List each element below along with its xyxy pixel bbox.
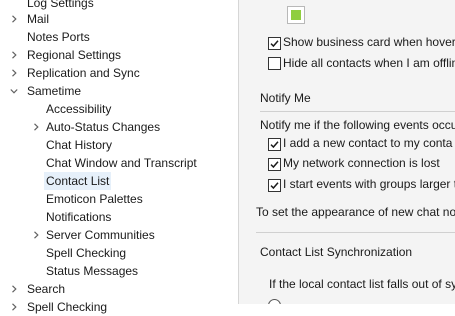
show-business-card-checkbox[interactable] <box>268 37 281 50</box>
hide-all-contacts-checkbox[interactable] <box>268 57 281 70</box>
tree-item[interactable]: Auto-Status Changes <box>0 118 238 136</box>
tree-item-label: Notes Ports <box>27 30 90 44</box>
tree-item-label: Replication and Sync <box>27 66 140 80</box>
tree-item-label: Accessibility <box>46 102 112 116</box>
tree-item[interactable]: Accessibility <box>0 100 238 118</box>
chevron-right-icon[interactable] <box>8 280 20 298</box>
tree-item-label: Search <box>27 282 66 296</box>
notify-intro-text: Notify me if the following events occu <box>260 118 455 132</box>
tree-item[interactable]: Mail <box>0 10 238 28</box>
tree-item[interactable]: Replication and Sync <box>0 64 238 82</box>
tree-item[interactable]: Emoticon Palettes <box>0 190 238 208</box>
notify-option-label: My network connection is lost <box>283 156 440 170</box>
tree-item-label: Chat History <box>46 138 113 152</box>
notify-me-heading: Notify Me <box>260 91 311 105</box>
color-swatch-fill <box>291 10 301 20</box>
preferences-tree: Log Settings Mail Notes Ports Regional Sett… <box>0 0 238 314</box>
tree-item-label: Status Messages <box>46 264 139 278</box>
chevron-right-icon[interactable] <box>8 64 20 82</box>
tree-item-label: Sametime <box>27 84 82 98</box>
tree-item[interactable]: Notifications <box>0 208 238 226</box>
tree-item-label: Spell Checking <box>27 300 108 314</box>
color-swatch[interactable] <box>287 6 305 24</box>
tree-item[interactable]: Spell Checking <box>0 244 238 262</box>
hide-all-contacts-label: Hide all contacts when I am offlin <box>283 56 455 70</box>
tree-item[interactable]: Sametime <box>0 82 238 100</box>
tree-item-label: Contact List <box>44 172 112 190</box>
tree-item[interactable]: Spell Checking <box>0 298 238 316</box>
tree-item-label: Mail <box>27 12 50 26</box>
chevron-right-icon[interactable] <box>30 118 42 136</box>
tree-item[interactable]: Regional Settings <box>0 46 238 64</box>
sync-heading: Contact List Synchronization <box>260 245 413 259</box>
sync-text: If the local contact list falls out of s… <box>269 277 455 291</box>
sync-option-radio[interactable] <box>268 299 281 304</box>
tree-item-label: Regional Settings <box>27 48 122 62</box>
tree-item[interactable]: Chat History <box>0 136 238 154</box>
tree-item[interactable]: Status Messages <box>0 262 238 280</box>
chevron-right-icon[interactable] <box>8 10 20 28</box>
chevron-right-icon[interactable] <box>30 226 42 244</box>
appearance-text: To set the appearance of new chat not <box>256 205 455 219</box>
tree-item-label: Chat Window and Transcript <box>46 156 197 170</box>
tree-item-label: Spell Checking <box>46 246 127 260</box>
chevron-right-icon[interactable] <box>8 46 20 64</box>
notify-option-checkbox[interactable] <box>268 158 281 171</box>
tree-item-label: Emoticon Palettes <box>46 192 143 206</box>
tree-item[interactable]: Chat Window and Transcript <box>0 154 238 172</box>
notify-option-label: I start events with groups larger t <box>283 177 455 191</box>
notify-option-checkbox[interactable] <box>268 138 281 151</box>
chevron-right-icon[interactable] <box>8 298 20 316</box>
show-business-card-label: Show business card when hoverin <box>283 35 455 49</box>
tree-item[interactable]: Server Communities <box>0 226 238 244</box>
tree-item-label: Server Communities <box>46 228 155 242</box>
notify-option-checkbox[interactable] <box>268 179 281 192</box>
tree-item-label: Notifications <box>46 210 112 224</box>
sync-top-separator <box>256 232 455 233</box>
notify-option-label: I add a new contact to my conta <box>283 136 453 150</box>
tree-item[interactable]: Search <box>0 280 238 298</box>
contact-list-settings-panel: Show business card when hoverin Hide all… <box>239 0 455 304</box>
tree-item-label: Auto-Status Changes <box>46 120 161 134</box>
notify-me-separator <box>260 111 455 112</box>
tree-item[interactable]: Notes Ports <box>0 28 238 46</box>
tree-item[interactable]: Contact List <box>0 172 238 190</box>
chevron-down-icon[interactable] <box>8 82 20 100</box>
